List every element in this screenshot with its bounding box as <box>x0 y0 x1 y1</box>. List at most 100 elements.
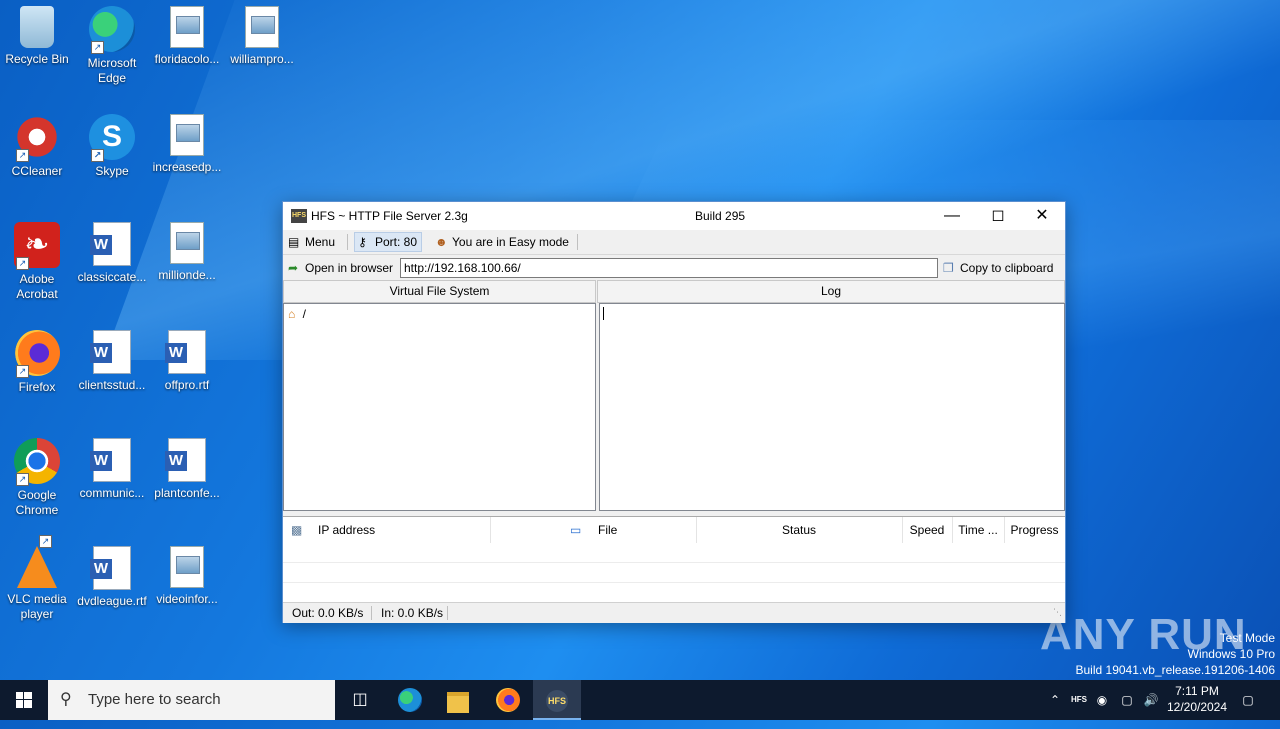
hfs-tray-icon: HFS <box>1071 695 1087 704</box>
mode-button[interactable]: ☻ You are in Easy mode <box>432 233 573 251</box>
desktop-icon-label: communic... <box>79 486 145 500</box>
maximize-button[interactable]: ◻ <box>975 202 1021 230</box>
desktop-icon[interactable]: floridacolo... <box>150 0 224 67</box>
log-area[interactable] <box>599 303 1065 511</box>
taskbar-file-explorer[interactable] <box>434 680 482 720</box>
desktop-icon[interactable]: Wplantconfe... <box>150 432 224 501</box>
hfs-window[interactable]: HFS HFS ~ HTTP File Server 2.3g Build 29… <box>282 201 1066 623</box>
users-icon: ☻ <box>435 235 448 249</box>
desktop-icon[interactable]: Wdvdleague.rtf <box>75 540 149 609</box>
vfs-tree[interactable]: ⌂ / <box>283 303 596 511</box>
desktop-icon[interactable]: ↗ VLC media player <box>0 535 74 622</box>
column-speed[interactable]: Speed <box>902 517 953 543</box>
toolbar-separator <box>577 234 578 250</box>
status-bar: Out: 0.0 KB/s In: 0.0 KB/s ⋱ <box>283 602 1065 623</box>
shortcut-arrow-icon: ↗ <box>16 257 29 270</box>
table-row <box>283 543 1065 563</box>
desktop-icon[interactable]: Recycle Bin <box>0 0 74 67</box>
port-button[interactable]: ⚷ Port: 80 <box>354 232 423 252</box>
taskbar-hfs[interactable]: HFS <box>533 680 581 720</box>
taskbar-edge[interactable] <box>386 680 434 720</box>
desktop-icon[interactable]: williampro... <box>225 0 299 67</box>
table-row <box>283 563 1065 583</box>
desktop-icon[interactable]: ❧ ↗ Adobe Acrobat <box>0 216 74 302</box>
status-separator <box>371 606 372 620</box>
vfs-header[interactable]: Virtual File System <box>283 280 596 303</box>
chrome-icon: ↗ <box>14 438 60 486</box>
desktop-icon-label: Google Chrome <box>15 488 59 517</box>
word-badge: W <box>165 451 187 471</box>
desktop-icon[interactable]: millionde... <box>150 216 224 283</box>
show-hidden-icons-button[interactable]: ⌃ <box>1045 680 1065 720</box>
column-file[interactable]: ▭ File <box>490 517 697 543</box>
folder-icon <box>447 692 469 713</box>
desktop-icon[interactable]: S ↗ Skype <box>75 108 149 179</box>
desktop-icon-label: offpro.rtf <box>164 378 210 392</box>
shortcut-arrow-icon: ↗ <box>91 41 104 54</box>
desktop-icon-label: williampro... <box>230 52 294 66</box>
close-button[interactable]: ✕ <box>1019 202 1065 230</box>
column-ip-address[interactable]: ▩ IP address <box>283 517 491 543</box>
desktop-icon[interactable]: Wclassiccate... <box>75 216 149 285</box>
taskbar-firefox[interactable] <box>484 680 532 720</box>
image-file-icon <box>245 6 279 48</box>
desktop-icon-label: Adobe Acrobat <box>16 272 58 301</box>
search-placeholder: Type here to search <box>88 691 221 708</box>
desktop-icon[interactable]: ↗ CCleaner <box>0 108 74 179</box>
desktop-icon[interactable]: Wcommunic... <box>75 432 149 501</box>
desktop-icon[interactable]: ↗ Firefox <box>0 324 74 395</box>
resize-grip-icon[interactable]: ⋱ <box>1053 602 1062 622</box>
task-view-button[interactable]: ◫ <box>336 680 384 720</box>
url-field[interactable]: http://192.168.100.66/ <box>400 258 938 278</box>
home-icon: ⌂ <box>288 307 296 321</box>
title-bar[interactable]: HFS HFS ~ HTTP File Server 2.3g Build 29… <box>283 202 1065 230</box>
in-speed: In: 0.0 KB/s <box>381 606 444 620</box>
desktop-icon[interactable]: videoinfor... <box>150 540 224 607</box>
skype-icon: S ↗ <box>89 114 135 162</box>
search-box[interactable]: ⚲ Type here to search <box>48 680 335 720</box>
image-file-icon <box>170 114 204 156</box>
minimize-button[interactable]: — <box>929 202 975 230</box>
firefox-icon: ↗ <box>14 330 60 378</box>
url-bar: ➦ Open in browser http://192.168.100.66/… <box>283 255 1065 281</box>
desktop-icon-label: millionde... <box>158 268 216 282</box>
word-doc-icon: W <box>90 330 131 374</box>
column-file-label: File <box>598 523 618 537</box>
edge-icon <box>398 688 422 712</box>
column-progress[interactable]: Progress <box>1004 517 1065 543</box>
connections-grid[interactable]: ▩ IP address ▭ File Status Speed Time ..… <box>283 516 1065 603</box>
word-doc-icon: W <box>90 546 131 590</box>
clock[interactable]: 7:11 PM 12/20/2024 <box>1164 680 1230 724</box>
desktop-icon[interactable]: increasedp... <box>150 108 224 175</box>
notifications-button[interactable]: ▢ <box>1236 680 1260 720</box>
vfs-root-item[interactable]: ⌂ / <box>288 307 306 321</box>
desktop-icon[interactable]: Woffpro.rtf <box>150 324 224 393</box>
log-header[interactable]: Log <box>597 280 1065 303</box>
tray-hfs[interactable]: HFS <box>1069 680 1089 720</box>
word-badge: W <box>90 343 112 363</box>
volume-icon: 🔊 <box>1143 693 1159 707</box>
menu-button[interactable]: ▤ Menu <box>285 233 339 251</box>
copy-to-clipboard-button[interactable]: ❐ Copy to clipboard <box>940 259 1057 277</box>
toolbar: ▤ Menu ⚷ Port: 80 ☻ You are in Easy mode <box>283 230 1065 255</box>
column-status[interactable]: Status <box>696 517 903 543</box>
desktop-icon-label: CCleaner <box>11 164 63 178</box>
start-button[interactable] <box>0 680 48 720</box>
text-cursor <box>603 307 604 320</box>
task-view-icon: ◫ <box>352 691 368 708</box>
vfs-root-label: / <box>302 307 306 321</box>
tray-network[interactable]: ▢ <box>1116 680 1138 720</box>
desktop-icon[interactable]: Wclientsstud... <box>75 324 149 393</box>
tray-volume[interactable]: 🔊 <box>1140 680 1162 720</box>
desktop-icon[interactable]: ↗ Google Chrome <box>0 432 74 518</box>
tray-camera[interactable]: ◉ <box>1092 680 1112 720</box>
word-badge: W <box>90 559 112 579</box>
column-time[interactable]: Time ... <box>952 517 1005 543</box>
word-doc-icon: W <box>90 222 131 266</box>
open-in-browser-button[interactable]: ➦ Open in browser <box>285 259 397 277</box>
desktop-icon-label: Recycle Bin <box>5 52 69 66</box>
search-icon: ⚲ <box>60 691 72 708</box>
desktop-icon[interactable]: ↗ Microsoft Edge <box>75 0 149 86</box>
acrobat-icon: ❧ ↗ <box>14 222 60 270</box>
ccleaner-icon: ↗ <box>14 114 60 162</box>
